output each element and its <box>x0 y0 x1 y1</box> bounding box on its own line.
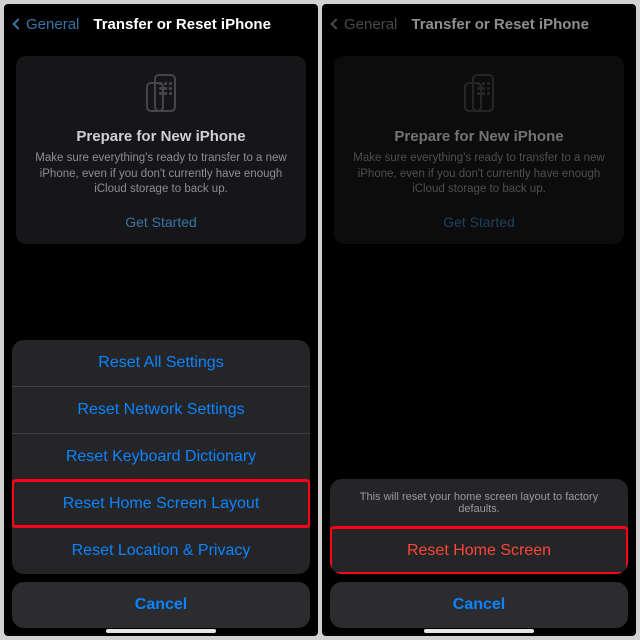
two-phones-icon <box>146 74 176 112</box>
nav-title: Transfer or Reset iPhone <box>93 16 271 33</box>
reset-all-settings[interactable]: Reset All Settings <box>12 340 310 386</box>
prepare-card: Prepare for New iPhone Make sure everyth… <box>16 56 306 244</box>
home-indicator[interactable] <box>106 629 216 633</box>
comparison-stage: General Transfer or Reset iPhone Prepare… <box>0 0 640 640</box>
reset-network-settings[interactable]: Reset Network Settings <box>12 386 310 433</box>
cancel-button[interactable]: Cancel <box>330 582 628 628</box>
cancel-button[interactable]: Cancel <box>12 582 310 628</box>
prepare-title: Prepare for New iPhone <box>30 128 292 145</box>
reset-home-screen-confirm[interactable]: Reset Home Screen <box>330 527 628 574</box>
reset-options-group: Reset All Settings Reset Network Setting… <box>12 340 310 574</box>
confirm-group: This will reset your home screen layout … <box>330 479 628 574</box>
nav-title: Transfer or Reset iPhone <box>411 16 589 33</box>
phone-right: General Transfer or Reset iPhone Prepare… <box>322 4 636 636</box>
back-button[interactable]: General <box>12 16 79 33</box>
prepare-title: Prepare for New iPhone <box>348 128 610 145</box>
chevron-left-icon <box>330 18 341 29</box>
reset-keyboard-dictionary[interactable]: Reset Keyboard Dictionary <box>12 433 310 480</box>
two-phones-icon <box>464 74 494 112</box>
confirm-message: This will reset your home screen layout … <box>330 479 628 527</box>
home-indicator[interactable] <box>424 629 534 633</box>
prepare-card: Prepare for New iPhone Make sure everyth… <box>334 56 624 244</box>
reset-location-privacy[interactable]: Reset Location & Privacy <box>12 527 310 574</box>
reset-action-sheet: Reset All Settings Reset Network Setting… <box>12 340 310 628</box>
back-label: General <box>344 16 397 33</box>
chevron-left-icon <box>12 18 23 29</box>
get-started-link[interactable]: Get Started <box>30 214 292 230</box>
back-button[interactable]: General <box>330 16 397 33</box>
nav-bar: General Transfer or Reset iPhone <box>322 4 636 44</box>
reset-home-screen-layout[interactable]: Reset Home Screen Layout <box>12 480 310 527</box>
back-label: General <box>26 16 79 33</box>
nav-bar: General Transfer or Reset iPhone <box>4 4 318 44</box>
phone-left: General Transfer or Reset iPhone Prepare… <box>4 4 318 636</box>
prepare-desc: Make sure everything's ready to transfer… <box>34 151 288 198</box>
prepare-desc: Make sure everything's ready to transfer… <box>352 151 606 198</box>
confirm-action-sheet: This will reset your home screen layout … <box>330 479 628 628</box>
get-started-link[interactable]: Get Started <box>348 214 610 230</box>
